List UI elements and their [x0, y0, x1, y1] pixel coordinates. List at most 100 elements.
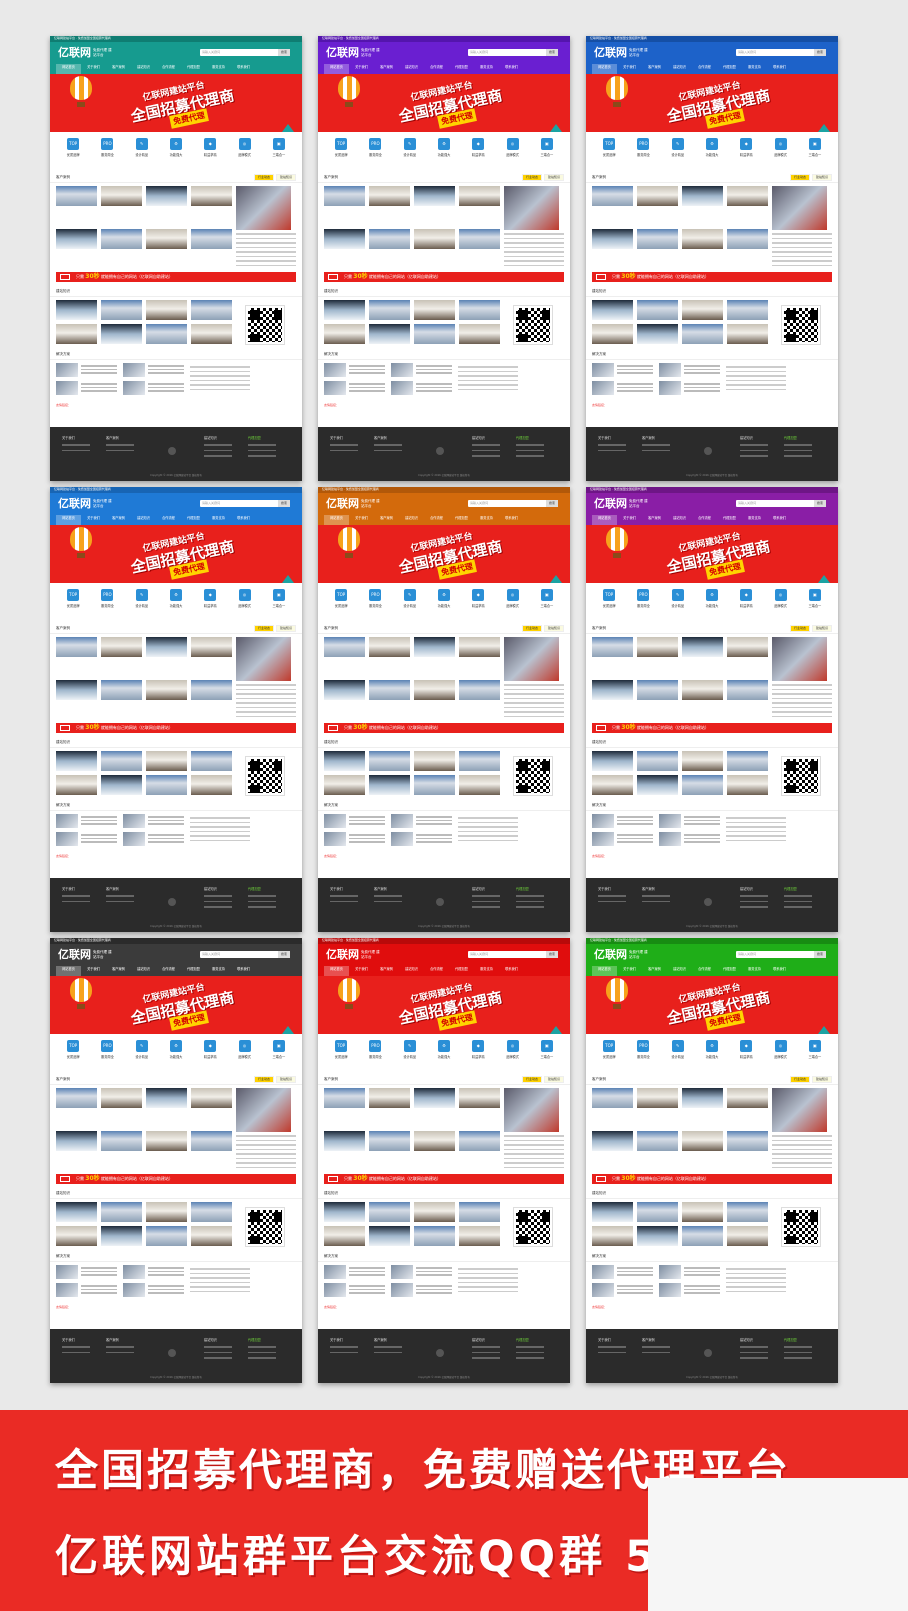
- search-box[interactable]: 请输入关键词 搜索: [736, 500, 826, 507]
- case-thumbnail[interactable]: [324, 637, 365, 677]
- case-thumbnail[interactable]: [191, 186, 232, 226]
- case-thumbnail[interactable]: [459, 300, 500, 321]
- case-thumbnail[interactable]: [592, 1202, 633, 1223]
- news-list[interactable]: [190, 1265, 250, 1301]
- footer-col-title[interactable]: 建站知识: [204, 1338, 217, 1342]
- case-thumbnail[interactable]: [146, 323, 187, 345]
- tab-industry-news[interactable]: 行业动态: [789, 1076, 810, 1083]
- template-card[interactable]: 亿联网建站平台 · 免费加盟全国招募代理商 亿联网 免费代理 建站平台 请输入关…: [50, 487, 302, 932]
- case-thumbnail[interactable]: [324, 1088, 365, 1128]
- nav-item[interactable]: 联系我们: [499, 966, 524, 976]
- nav-item[interactable]: 网站首页: [56, 966, 81, 976]
- nav-item[interactable]: 代理加盟: [717, 64, 742, 74]
- case-thumbnail[interactable]: [592, 300, 633, 321]
- template-card[interactable]: 亿联网建站平台 · 免费加盟全国招募代理商 亿联网 免费代理 建站平台 请输入关…: [586, 487, 838, 932]
- case-thumbnail[interactable]: [682, 1088, 723, 1128]
- news-list[interactable]: [726, 1265, 786, 1301]
- footer-col-title[interactable]: 关于我们: [62, 436, 75, 440]
- case-thumbnail[interactable]: [459, 680, 500, 720]
- case-thumbnail[interactable]: [191, 637, 232, 677]
- list-item[interactable]: [592, 1283, 653, 1297]
- nav-item[interactable]: 合作流程: [156, 966, 181, 976]
- case-thumbnail[interactable]: [369, 300, 410, 321]
- side-photo[interactable]: [504, 637, 559, 681]
- tab-industry-news[interactable]: 行业动态: [789, 625, 810, 632]
- nav-item[interactable]: 合作流程: [424, 64, 449, 74]
- case-thumbnail[interactable]: [324, 300, 365, 321]
- nav-item[interactable]: 合作流程: [424, 966, 449, 976]
- case-thumbnail[interactable]: [56, 323, 97, 345]
- site-logo[interactable]: 亿联网: [58, 46, 91, 60]
- search-button[interactable]: 搜索: [546, 951, 558, 958]
- nav-item[interactable]: 代理加盟: [449, 64, 474, 74]
- footer-col-title[interactable]: 建站知识: [472, 436, 485, 440]
- nav-item[interactable]: 联系我们: [499, 64, 524, 74]
- side-news-list[interactable]: [236, 233, 296, 266]
- case-thumbnail[interactable]: [727, 1088, 768, 1128]
- footer-col-title[interactable]: 代理加盟: [784, 1338, 797, 1342]
- nav-item[interactable]: 建站知识: [667, 966, 692, 976]
- list-item[interactable]: [391, 381, 452, 395]
- case-thumbnail[interactable]: [56, 1131, 97, 1171]
- news-list[interactable]: [190, 814, 250, 850]
- nav-item[interactable]: 联系我们: [231, 515, 256, 525]
- case-thumbnail[interactable]: [459, 774, 500, 796]
- nav-item[interactable]: 代理加盟: [181, 64, 206, 74]
- nav-item[interactable]: 客户案例: [642, 966, 667, 976]
- nav-item[interactable]: 关于我们: [349, 515, 374, 525]
- case-thumbnail[interactable]: [101, 229, 142, 269]
- nav-item[interactable]: 建站知识: [131, 515, 156, 525]
- news-list[interactable]: [458, 814, 518, 850]
- footer-col-title[interactable]: 建站知识: [204, 436, 217, 440]
- case-thumbnail[interactable]: [56, 637, 97, 677]
- case-thumbnail[interactable]: [324, 1202, 365, 1223]
- tab-knowledge[interactable]: 建站知识: [275, 1076, 296, 1083]
- side-photo[interactable]: [772, 186, 827, 230]
- list-item[interactable]: [659, 814, 720, 828]
- nav-item[interactable]: 联系我们: [231, 966, 256, 976]
- list-item[interactable]: [324, 381, 385, 395]
- case-thumbnail[interactable]: [459, 1202, 500, 1223]
- footer-col-title[interactable]: 建站知识: [740, 1338, 753, 1342]
- footer-col-title[interactable]: 关于我们: [62, 1338, 75, 1342]
- case-thumbnail[interactable]: [146, 751, 187, 772]
- footer-col-title[interactable]: 关于我们: [330, 1338, 343, 1342]
- case-thumbnail[interactable]: [191, 1202, 232, 1223]
- site-logo[interactable]: 亿联网: [594, 46, 627, 60]
- case-thumbnail[interactable]: [459, 751, 500, 772]
- case-thumbnail[interactable]: [191, 774, 232, 796]
- case-thumbnail[interactable]: [414, 1088, 455, 1128]
- case-thumbnail[interactable]: [146, 186, 187, 226]
- side-news-list[interactable]: [504, 684, 564, 717]
- case-thumbnail[interactable]: [682, 1225, 723, 1247]
- nav-item[interactable]: 建站知识: [399, 64, 424, 74]
- promo-strip[interactable]: 只需 30秒 就能拥有自己的网站（亿联网自助建站）: [324, 723, 564, 733]
- tab-industry-news[interactable]: 行业动态: [521, 174, 542, 181]
- case-thumbnail[interactable]: [191, 323, 232, 345]
- nav-item[interactable]: 合作流程: [156, 515, 181, 525]
- footer-col-title[interactable]: 关于我们: [330, 436, 343, 440]
- nav-item[interactable]: 客户案例: [374, 515, 399, 525]
- case-thumbnail[interactable]: [727, 1225, 768, 1247]
- search-box[interactable]: 请输入关键词 搜索: [200, 49, 290, 56]
- case-thumbnail[interactable]: [56, 1202, 97, 1223]
- case-thumbnail[interactable]: [369, 637, 410, 677]
- nav-item[interactable]: 网站首页: [592, 515, 617, 525]
- site-logo[interactable]: 亿联网: [594, 497, 627, 511]
- nav-item[interactable]: 服务支持: [474, 515, 499, 525]
- case-thumbnail[interactable]: [369, 186, 410, 226]
- case-thumbnail[interactable]: [369, 1202, 410, 1223]
- nav-item[interactable]: 网站首页: [324, 966, 349, 976]
- search-box[interactable]: 请输入关键词 搜索: [468, 951, 558, 958]
- nav-item[interactable]: 关于我们: [617, 966, 642, 976]
- template-card[interactable]: 亿联网建站平台 · 免费加盟全国招募代理商 亿联网 免费代理 建站平台 请输入关…: [586, 938, 838, 1383]
- list-item[interactable]: [592, 363, 653, 377]
- case-thumbnail[interactable]: [56, 300, 97, 321]
- case-thumbnail[interactable]: [637, 186, 678, 226]
- case-thumbnail[interactable]: [592, 1131, 633, 1171]
- case-thumbnail[interactable]: [101, 637, 142, 677]
- case-thumbnail[interactable]: [637, 774, 678, 796]
- nav-item[interactable]: 关于我们: [617, 64, 642, 74]
- case-thumbnail[interactable]: [592, 186, 633, 226]
- template-card[interactable]: 亿联网建站平台 · 免费加盟全国招募代理商 亿联网 免费代理 建站平台 请输入关…: [318, 36, 570, 481]
